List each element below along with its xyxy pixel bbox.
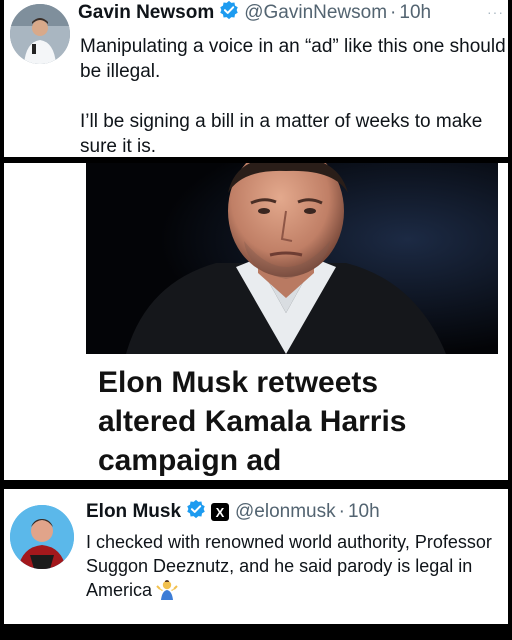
tweet-timestamp[interactable]: 10h [348, 501, 380, 523]
author-handle[interactable]: @elonmusk [235, 501, 336, 523]
tweet-header: Elon Musk X @elonmusk · 10h [86, 499, 380, 525]
author-name[interactable]: Gavin Newsom [78, 2, 214, 24]
avatar-musk[interactable] [10, 505, 74, 569]
verified-badge-icon [219, 0, 239, 26]
separator-dot: · [390, 2, 397, 23]
tweet-header: Gavin Newsom @GavinNewsom · 10h [78, 0, 431, 26]
tweet-newsom[interactable]: Gavin Newsom @GavinNewsom · 10h ··· Mani… [4, 0, 508, 157]
tweet-timestamp[interactable]: 10h [399, 2, 431, 24]
tweet-musk[interactable]: Elon Musk X @elonmusk · 10h I checked wi… [4, 489, 508, 624]
author-name[interactable]: Elon Musk [86, 501, 181, 523]
news-card[interactable]: Elon Musk retweets altered Kamala Harris… [4, 163, 508, 480]
x-affiliate-badge-icon: X [211, 503, 230, 521]
separator-dot: · [338, 501, 345, 522]
person-shrugging-icon [156, 578, 178, 606]
avatar-newsom[interactable] [10, 4, 70, 64]
tweet-text-body: I checked with renowned world authority,… [86, 532, 492, 600]
author-handle[interactable]: @GavinNewsom [244, 2, 387, 24]
tweet-text: I checked with renowned world authority,… [86, 530, 504, 606]
photo-elon-musk[interactable] [86, 163, 498, 354]
more-options-icon[interactable]: ··· [487, 4, 504, 20]
verified-badge-icon [186, 499, 206, 525]
tweet-text: Manipulating a voice in an “ad” like thi… [80, 36, 506, 157]
news-headline[interactable]: Elon Musk retweets altered Kamala Harris… [98, 363, 498, 480]
card-margin [4, 163, 86, 480]
